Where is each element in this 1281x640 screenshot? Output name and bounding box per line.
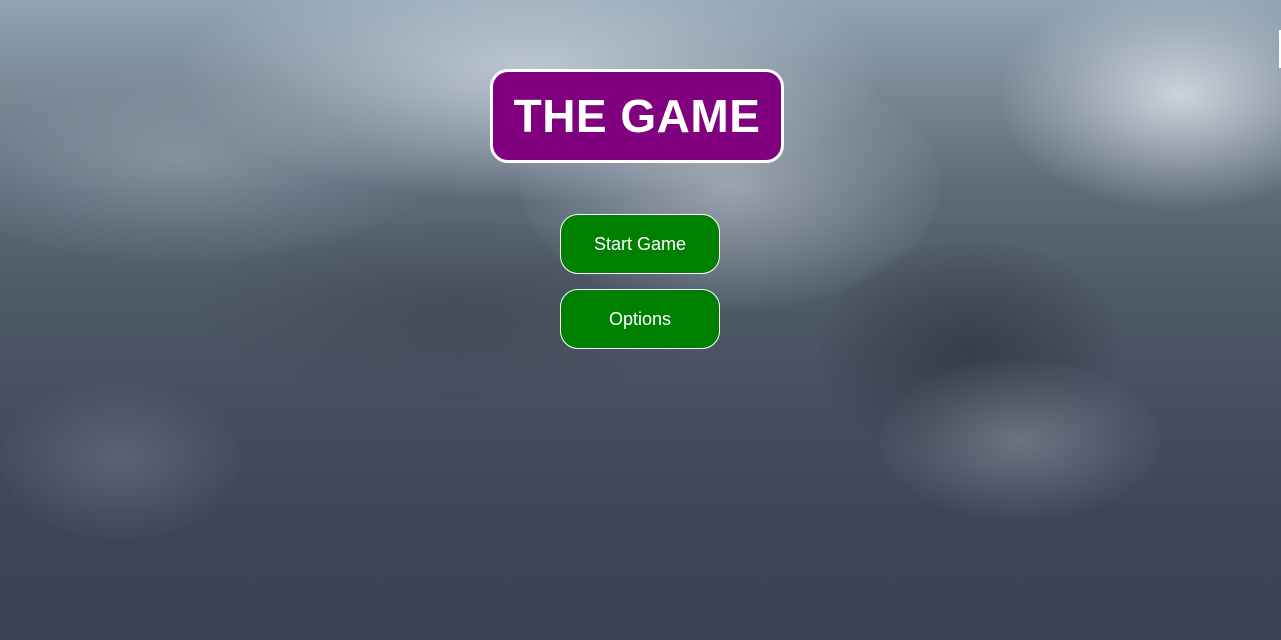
game-title: THE GAME	[513, 90, 761, 142]
cloud	[1000, 0, 1281, 210]
cloud	[880, 360, 1160, 520]
menu-background: THE GAME Start Game Options	[0, 0, 1281, 640]
cloud	[0, 380, 240, 540]
cloud	[0, 60, 440, 260]
start-game-button[interactable]: Start Game	[560, 214, 720, 274]
game-title-box: THE GAME	[490, 69, 784, 163]
options-button[interactable]: Options	[560, 289, 720, 349]
cloud	[820, 240, 1120, 460]
